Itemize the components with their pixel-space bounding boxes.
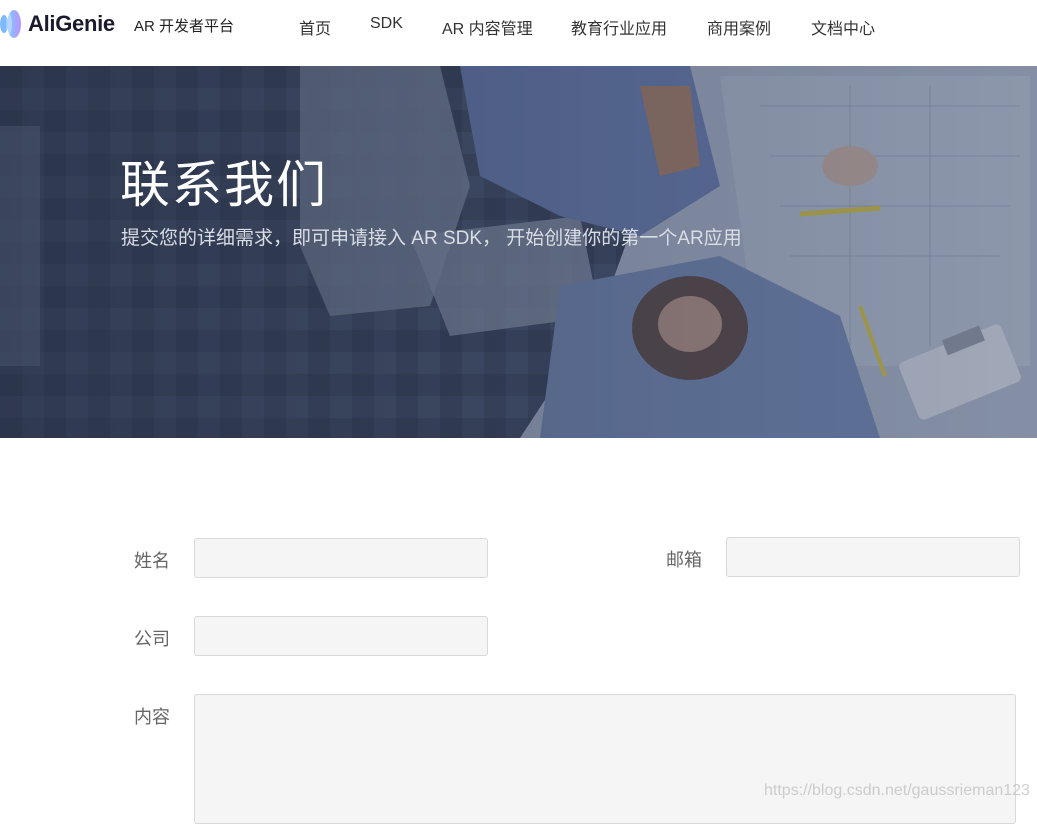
watermark-text: https://blog.csdn.net/gaussrieman123 bbox=[764, 782, 1030, 799]
hero-background-image bbox=[0, 66, 1037, 438]
company-field[interactable] bbox=[194, 616, 488, 656]
top-nav-bar: AliGenie AR 开发者平台 首页 SDK AR 内容管理 教育行业应用 … bbox=[0, 0, 1037, 66]
content-textarea[interactable] bbox=[194, 694, 1016, 824]
company-label: 公司 bbox=[134, 629, 170, 649]
page-subtitle: 提交您的详细需求，即可申请接入 AR SDK， 开始创建你的第一个AR应用 bbox=[121, 228, 742, 249]
page-title: 联系我们 bbox=[120, 157, 328, 213]
hero-banner: 联系我们 提交您的详细需求，即可申请接入 AR SDK， 开始创建你的第一个AR… bbox=[0, 66, 1037, 438]
content-label: 内容 bbox=[134, 707, 170, 727]
nav-item-ar-content[interactable]: AR 内容管理 bbox=[442, 15, 533, 39]
nav-item-education[interactable]: 教育行业应用 bbox=[571, 15, 667, 39]
name-field[interactable] bbox=[194, 538, 488, 578]
nav-item-home[interactable]: 首页 bbox=[299, 15, 331, 39]
brand-name[interactable]: AliGenie bbox=[28, 11, 115, 37]
platform-subtitle: AR 开发者平台 bbox=[134, 18, 235, 35]
name-label: 姓名 bbox=[134, 551, 170, 571]
nav-item-cases[interactable]: 商用案例 bbox=[707, 15, 771, 39]
nav-item-sdk[interactable]: SDK bbox=[370, 15, 403, 33]
email-field[interactable] bbox=[726, 537, 1020, 577]
nav-item-docs[interactable]: 文档中心 bbox=[811, 15, 875, 39]
email-label: 邮箱 bbox=[666, 550, 702, 570]
aligenie-logo-icon[interactable] bbox=[0, 9, 22, 39]
